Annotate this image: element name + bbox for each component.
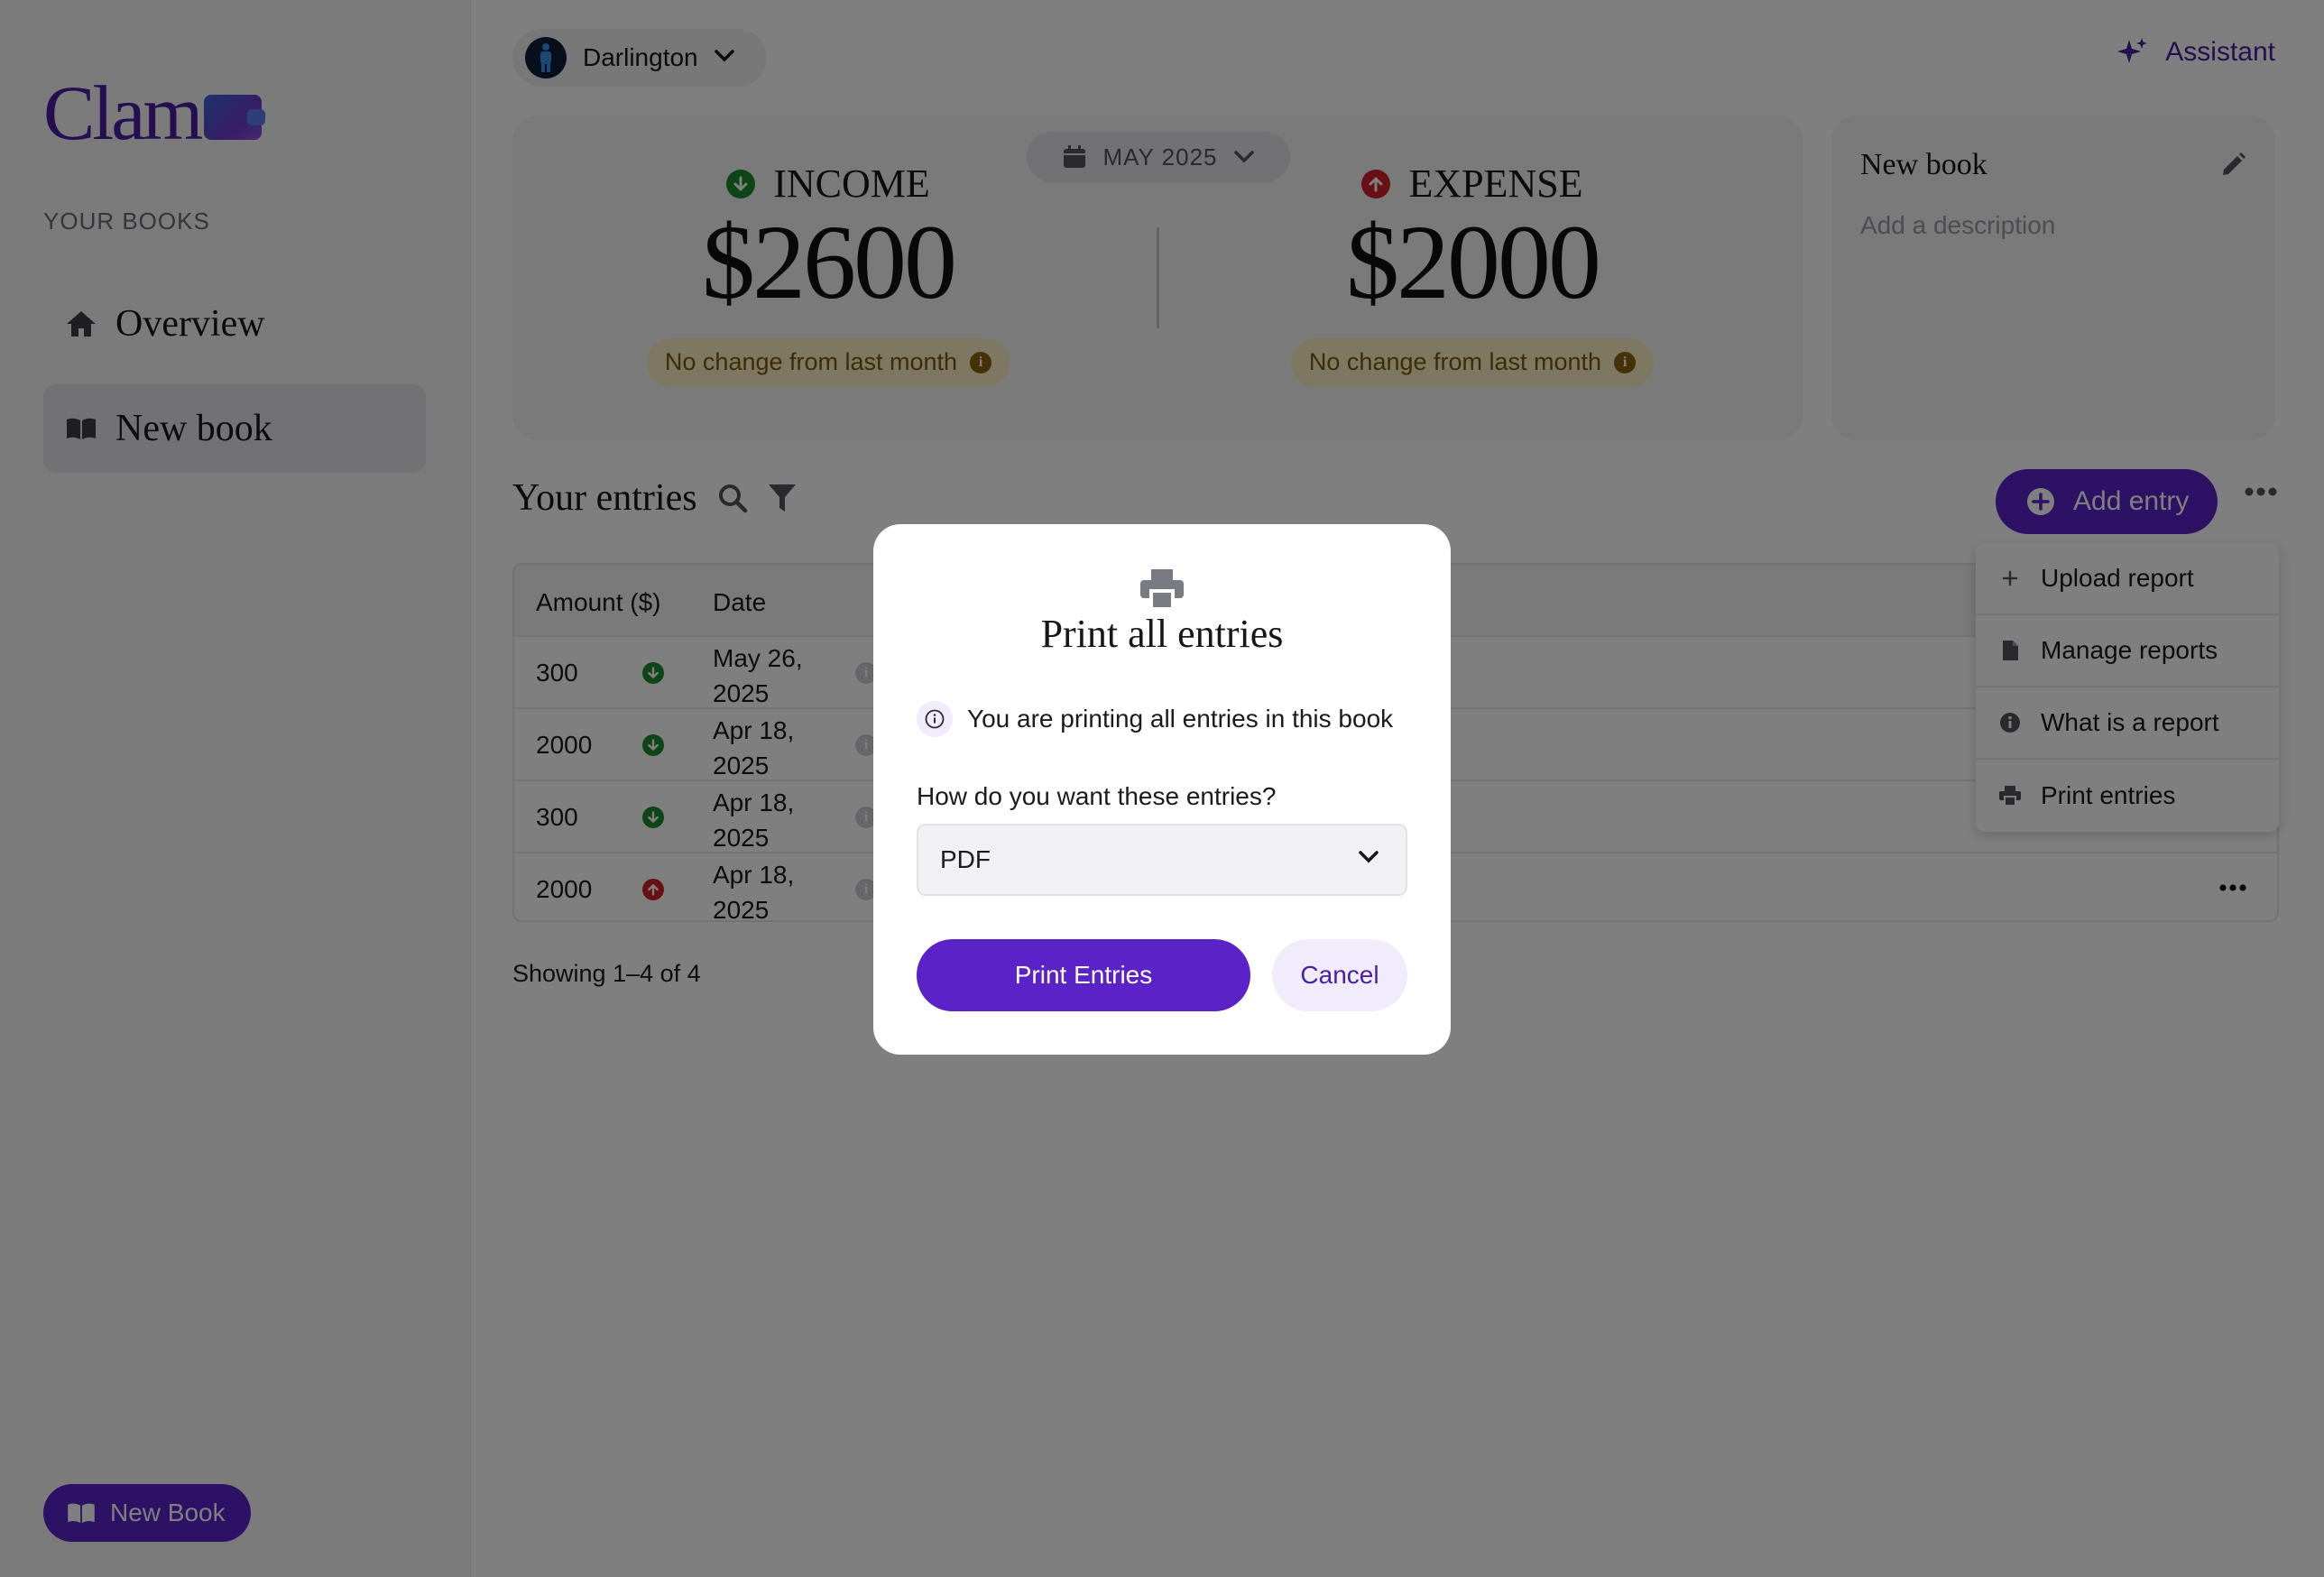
dialog-note: You are printing all entries in this boo… [917,701,1393,737]
format-select[interactable]: PDF [917,824,1407,896]
print-entries-button[interactable]: Print Entries [917,939,1250,1011]
dialog-note-text: You are printing all entries in this boo… [967,705,1394,733]
print-entries-dialog: Print all entries You are printing all e… [873,524,1451,1055]
cancel-button[interactable]: Cancel [1272,939,1407,1011]
format-select-value: PDF [940,845,991,873]
format-question-label: How do you want these entries? [917,782,1277,810]
dialog-title: Print all entries [1040,612,1284,656]
chevron-down-icon [1359,851,1379,863]
info-icon [917,701,953,737]
printer-icon [1140,569,1184,609]
